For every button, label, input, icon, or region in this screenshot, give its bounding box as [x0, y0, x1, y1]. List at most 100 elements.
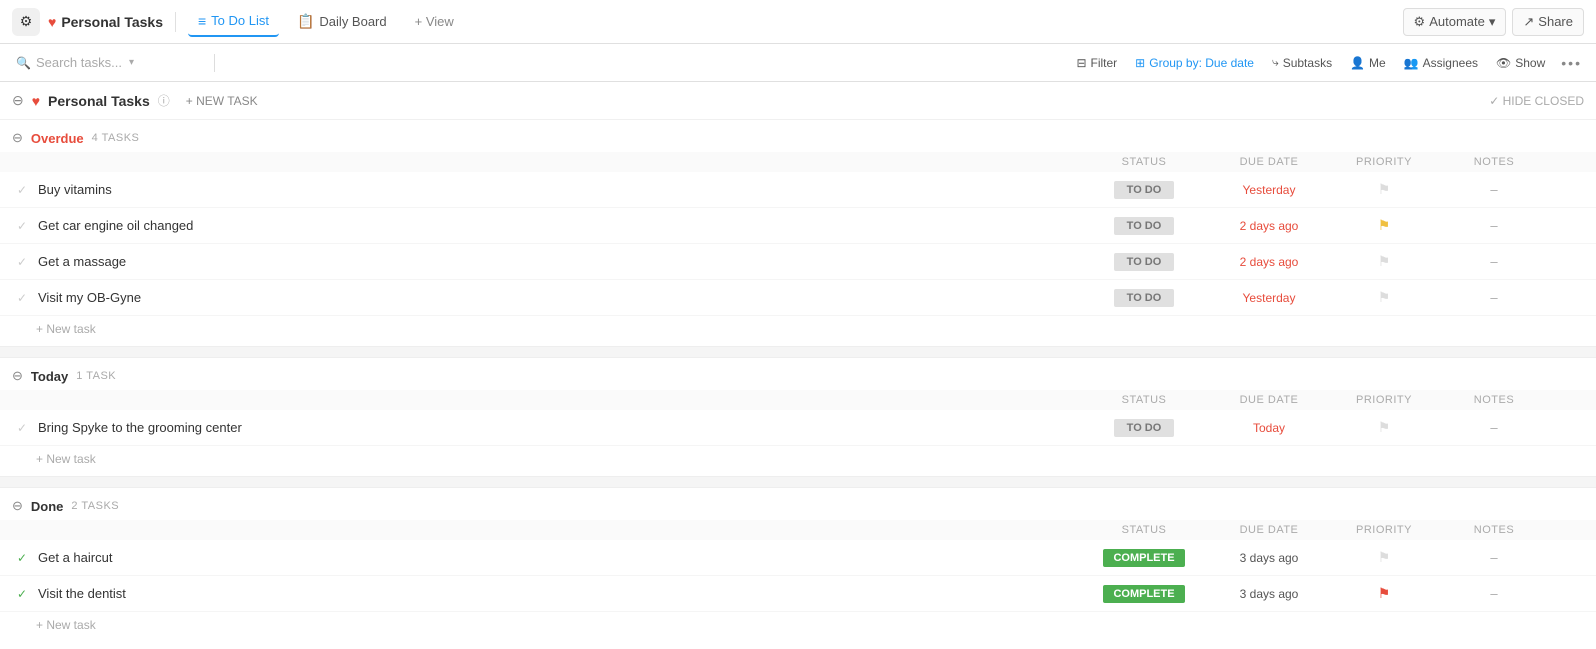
today-new-task[interactable]: + New task	[0, 446, 1596, 476]
search-box[interactable]: 🔍 Search tasks... ▾	[8, 51, 208, 74]
task-name-4[interactable]: Visit my OB-Gyne	[32, 290, 1084, 305]
me-button[interactable]: 👤 Me	[1342, 52, 1394, 74]
task-check-4[interactable]: ✓	[12, 291, 32, 305]
status-badge-4[interactable]: TO DO	[1114, 289, 1174, 307]
overdue-section: ⊖ Overdue 4 TASKS STATUS DUE DATE PRIORI…	[0, 120, 1596, 346]
task-notes-5: –	[1434, 420, 1554, 435]
status-badge-1[interactable]: TO DO	[1114, 181, 1174, 199]
col-status-header-done: STATUS	[1084, 524, 1204, 536]
task-name-7[interactable]: Visit the dentist	[32, 586, 1084, 601]
app-icon: ⚙	[12, 8, 40, 36]
share-icon: ↗	[1523, 14, 1534, 30]
priority-flag-5[interactable]: ⚑	[1378, 419, 1391, 435]
task-name-5[interactable]: Bring Spyke to the grooming center	[32, 420, 1084, 435]
filter-button[interactable]: ⊟ Filter	[1068, 52, 1125, 74]
task-name-2[interactable]: Get car engine oil changed	[32, 218, 1084, 233]
task-name-1[interactable]: Buy vitamins	[32, 182, 1084, 197]
task-due-1: Yesterday	[1204, 183, 1334, 197]
group-by-button[interactable]: ⊞ Group by: Due date	[1127, 52, 1262, 74]
task-check-2[interactable]: ✓	[12, 219, 32, 233]
today-col-headers: STATUS DUE DATE PRIORITY NOTES	[0, 390, 1596, 410]
status-badge-5[interactable]: TO DO	[1114, 419, 1174, 437]
task-priority-2: ⚑	[1334, 217, 1434, 234]
task-notes-7: –	[1434, 586, 1554, 601]
overdue-count: 4 TASKS	[92, 132, 140, 144]
priority-flag-1[interactable]: ⚑	[1378, 181, 1391, 197]
table-row: ✓ Visit my OB-Gyne TO DO Yesterday ⚑ –	[0, 280, 1596, 316]
add-view-btn[interactable]: + View	[405, 8, 464, 35]
task-check-7[interactable]: ✓	[12, 587, 32, 601]
share-button[interactable]: ↗ Share	[1512, 8, 1584, 36]
task-status-3: TO DO	[1084, 253, 1204, 271]
automate-label: Automate	[1429, 14, 1485, 29]
task-status-5: TO DO	[1084, 419, 1204, 437]
task-check-1[interactable]: ✓	[12, 183, 32, 197]
list-collapse-btn[interactable]: ⊖	[12, 92, 24, 109]
today-toggle[interactable]: ⊖	[12, 368, 23, 384]
hide-closed-label: ✓ HIDE CLOSED	[1489, 94, 1584, 108]
task-name-3[interactable]: Get a massage	[32, 254, 1084, 269]
automate-button[interactable]: ⚙ Automate ▾	[1403, 8, 1507, 36]
group-by-label: Group by: Due date	[1149, 56, 1254, 70]
overdue-new-task[interactable]: + New task	[0, 316, 1596, 346]
priority-flag-6[interactable]: ⚑	[1378, 549, 1391, 565]
task-check-6[interactable]: ✓	[12, 551, 32, 565]
main-content: ⊖ ♥ Personal Tasks ⓘ + NEW TASK ✓ HIDE C…	[0, 82, 1596, 649]
task-check-3[interactable]: ✓	[12, 255, 32, 269]
task-priority-5: ⚑	[1334, 419, 1434, 436]
me-icon: 👤	[1350, 56, 1365, 70]
col-due-header-today: DUE DATE	[1204, 394, 1334, 406]
table-row: ✓ Get a massage TO DO 2 days ago ⚑ –	[0, 244, 1596, 280]
status-badge-7[interactable]: COMPLETE	[1103, 585, 1184, 603]
overdue-toggle[interactable]: ⊖	[12, 130, 23, 146]
task-status-7: COMPLETE	[1084, 585, 1204, 603]
tab-todo[interactable]: ≡ To Do List	[188, 7, 279, 37]
filter-label: Filter	[1091, 56, 1118, 70]
group-icon: ⊞	[1135, 56, 1145, 70]
table-row: ✓ Get a haircut COMPLETE 3 days ago ⚑ –	[0, 540, 1596, 576]
overdue-title: Overdue	[31, 131, 84, 146]
hide-closed-button[interactable]: ✓ HIDE CLOSED	[1489, 94, 1584, 108]
priority-flag-7[interactable]: ⚑	[1378, 585, 1391, 601]
search-input[interactable]: Search tasks...	[36, 55, 122, 70]
priority-flag-4[interactable]: ⚑	[1378, 289, 1391, 305]
task-name-6[interactable]: Get a haircut	[32, 550, 1084, 565]
share-label: Share	[1538, 14, 1573, 29]
tab-daily[interactable]: 📋 Daily Board	[287, 7, 397, 36]
status-badge-2[interactable]: TO DO	[1114, 217, 1174, 235]
done-toggle[interactable]: ⊖	[12, 498, 23, 514]
list-title: Personal Tasks	[48, 93, 150, 109]
toolbar: 🔍 Search tasks... ▾ ⊟ Filter ⊞ Group by:…	[0, 44, 1596, 82]
task-due-4: Yesterday	[1204, 291, 1334, 305]
today-title: Today	[31, 369, 68, 384]
done-new-task[interactable]: + New task	[0, 612, 1596, 642]
task-notes-2: –	[1434, 218, 1554, 233]
task-due-7: 3 days ago	[1204, 587, 1334, 601]
new-task-button[interactable]: + NEW TASK	[186, 94, 258, 108]
done-col-headers: STATUS DUE DATE PRIORITY NOTES	[0, 520, 1596, 540]
section-divider-2	[0, 476, 1596, 488]
more-options-button[interactable]: •••	[1555, 51, 1588, 75]
priority-flag-3[interactable]: ⚑	[1378, 253, 1391, 269]
col-priority-header-today: PRIORITY	[1334, 394, 1434, 406]
task-notes-6: –	[1434, 550, 1554, 565]
status-badge-6[interactable]: COMPLETE	[1103, 549, 1184, 567]
status-badge-3[interactable]: TO DO	[1114, 253, 1174, 271]
task-due-5: Today	[1204, 421, 1334, 435]
filter-icon: ⊟	[1076, 56, 1086, 70]
col-notes-header-today: NOTES	[1434, 394, 1554, 406]
assignees-button[interactable]: 👥 Assignees	[1396, 52, 1486, 74]
table-row: ✓ Bring Spyke to the grooming center TO …	[0, 410, 1596, 446]
priority-flag-2[interactable]: ⚑	[1378, 217, 1391, 233]
show-icon: 👁	[1496, 56, 1511, 70]
info-icon: ⓘ	[158, 92, 170, 109]
col-status-header-today: STATUS	[1084, 394, 1204, 406]
done-count: 2 TASKS	[71, 500, 119, 512]
toolbar-right: ⊟ Filter ⊞ Group by: Due date ⤷ Subtasks…	[1068, 51, 1588, 75]
col-due-header-done: DUE DATE	[1204, 524, 1334, 536]
tab-todo-label: To Do List	[211, 13, 269, 28]
subtasks-button[interactable]: ⤷ Subtasks	[1264, 51, 1340, 74]
app-title: Personal Tasks	[61, 14, 163, 30]
show-button[interactable]: 👁 Show	[1488, 52, 1553, 74]
task-check-5[interactable]: ✓	[12, 421, 32, 435]
